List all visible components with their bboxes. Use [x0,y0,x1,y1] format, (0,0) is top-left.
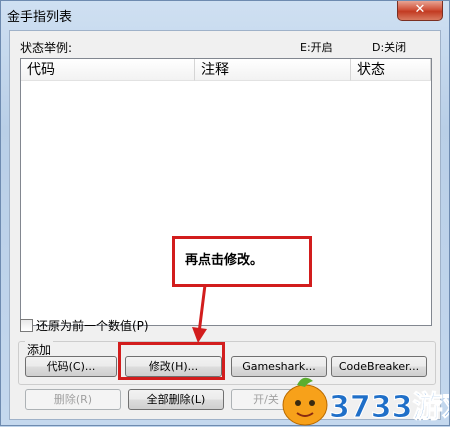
column-header-status[interactable]: 状态 [351,59,431,81]
status-legend-label: 状态举例: [20,41,73,55]
modify-button-highlight [118,342,225,380]
cheat-list-window: 金手指列表 ✕ 状态举例: E:开启 D:关闭 代码 注释 状态 还原为前一个数… [0,0,450,426]
window-title: 金手指列表 [7,10,73,25]
callout-text: 再点击修改。 [185,253,264,268]
pointer-arrow [192,285,207,343]
column-header-comment[interactable]: 注释 [195,59,351,81]
title-bar[interactable]: 金手指列表 ✕ [1,1,449,29]
legend-enabled: E:开启 [300,41,333,54]
restore-checkbox[interactable] [20,319,33,332]
delete-all-button[interactable]: 全部删除(L) [128,389,224,410]
close-button[interactable]: ✕ [397,1,443,21]
instruction-callout: 再点击修改。 [172,236,312,287]
add-code-button[interactable]: 代码(C)... [25,356,117,377]
dialog-body: 状态举例: E:开启 D:关闭 代码 注释 状态 还原为前一个数值(P) 添加 … [9,30,441,420]
close-icon: ✕ [414,2,426,17]
delete-button[interactable]: 删除(R) [25,389,121,410]
legend-disabled: D:关闭 [372,41,407,54]
restore-checkbox-label[interactable]: 还原为前一个数值(P) [36,317,149,334]
site-watermark-logo: 3733游戏 [282,377,449,426]
column-header-code[interactable]: 代码 [21,59,195,81]
watermark-text: 3733游戏 [329,390,449,425]
